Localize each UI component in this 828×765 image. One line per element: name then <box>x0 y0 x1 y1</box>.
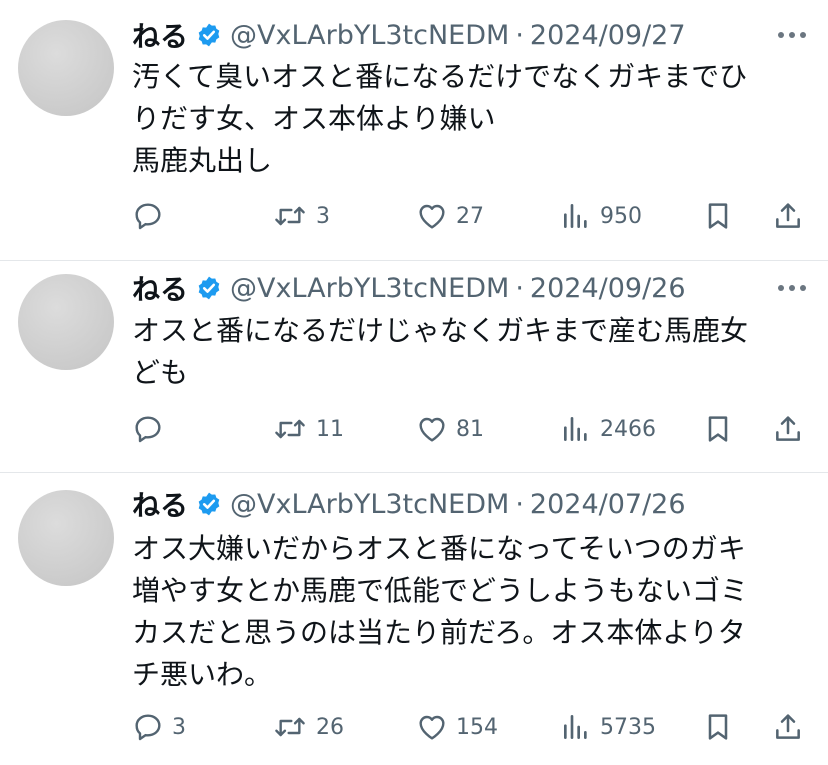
view-count: 5735 <box>600 714 656 740</box>
action-bar: 3 27 950 <box>0 196 828 236</box>
avatar[interactable] <box>18 490 114 586</box>
tweet-feed: ねる @VxLArbYL3tcNEDM · 2024/09/27 汚くて臭いオス… <box>0 0 828 765</box>
views-bars-icon <box>564 715 587 739</box>
separator-dot: · <box>515 272 524 304</box>
tweet-text-line: ども <box>132 356 189 389</box>
retweet-button[interactable]: 11 <box>272 409 344 449</box>
separator-dot: · <box>515 19 524 51</box>
share-upload-icon <box>776 203 800 228</box>
retweet-count: 11 <box>316 416 344 442</box>
tweet[interactable]: ねる @VxLArbYL3tcNEDM · 2024/09/27 汚くて臭いオス… <box>0 0 828 260</box>
display-name[interactable]: ねる <box>132 268 188 308</box>
bookmark-icon <box>708 416 728 442</box>
reply-button[interactable] <box>132 409 172 449</box>
action-bar: 3 26 154 5735 <box>0 707 828 747</box>
retweet-arrows-icon <box>275 717 305 737</box>
display-name[interactable]: ねる <box>132 15 188 55</box>
tweet-text-line: カスだと思うのは当たり前だろ。オス本体よりタ <box>132 616 746 649</box>
post-date[interactable]: 2024/09/26 <box>530 273 686 304</box>
verified-badge-icon <box>198 23 220 47</box>
retweet-arrows-icon <box>275 419 305 439</box>
tweet-text-line: 汚くて臭いオスと番になるだけでなくガキまでひ <box>132 60 748 93</box>
like-count: 81 <box>456 416 484 442</box>
share-upload-icon <box>776 714 800 739</box>
action-bar: 11 81 2466 <box>0 409 828 449</box>
reply-bubble-icon <box>135 714 161 741</box>
like-count: 27 <box>456 203 484 229</box>
bookmark-button[interactable] <box>702 196 734 236</box>
separator-dot: · <box>515 488 524 520</box>
avatar[interactable] <box>18 20 114 116</box>
bookmark-icon <box>708 203 728 229</box>
avatar[interactable] <box>18 274 114 370</box>
retweet-count: 26 <box>316 714 344 740</box>
bookmark-button[interactable] <box>702 409 734 449</box>
user-handle[interactable]: @VxLArbYL3tcNEDM <box>230 489 509 520</box>
reply-count: 3 <box>172 714 186 740</box>
retweet-count: 3 <box>316 203 330 229</box>
like-button[interactable]: 81 <box>416 409 484 449</box>
retweet-arrows-icon <box>275 206 305 226</box>
tweet-header: ねる @VxLArbYL3tcNEDM · 2024/07/26 <box>132 485 686 523</box>
more-dots-icon[interactable] <box>778 31 806 39</box>
tweet-text-line: りだす女、オス本体より嫌い <box>132 102 496 135</box>
tweet-text-line: オスと番になるだけじゃなくガキまで産む馬鹿女 <box>132 314 749 347</box>
tweet-header: ねる @VxLArbYL3tcNEDM · 2024/09/26 <box>132 269 686 307</box>
like-button[interactable]: 27 <box>416 196 484 236</box>
bookmark-button[interactable] <box>702 707 734 747</box>
share-button[interactable] <box>772 707 804 747</box>
views-button[interactable]: 5735 <box>560 707 656 747</box>
heart-icon <box>419 417 445 442</box>
verified-badge-icon <box>198 492 220 516</box>
retweet-button[interactable]: 3 <box>272 196 330 236</box>
tweet-text-line: 馬鹿丸出し <box>132 144 273 177</box>
tweet[interactable]: ねる @VxLArbYL3tcNEDM · 2024/07/26 オス大嫌いだか… <box>0 473 828 765</box>
share-upload-icon <box>776 416 800 441</box>
tweet-text-line: チ悪いわ。 <box>132 658 273 691</box>
like-count: 154 <box>456 714 498 740</box>
share-button[interactable] <box>772 409 804 449</box>
post-date[interactable]: 2024/07/26 <box>530 489 686 520</box>
more-dots-icon[interactable] <box>778 284 806 292</box>
reply-button[interactable]: 3 <box>132 707 186 747</box>
reply-bubble-icon <box>135 416 161 443</box>
tweet-text-line: 増やす女とか馬鹿で低能でどうしようもないゴミ <box>132 574 749 607</box>
post-date[interactable]: 2024/09/27 <box>530 20 686 51</box>
tweet-text-line: オス大嫌いだからオスと番になってそいつのガキ <box>132 532 746 565</box>
share-button[interactable] <box>772 196 804 236</box>
like-button[interactable]: 154 <box>416 707 498 747</box>
view-count: 2466 <box>600 416 656 442</box>
tweet-text: オス大嫌いだからオスと番になってそいつのガキ 増やす女とか馬鹿で低能でどうしよう… <box>132 528 792 696</box>
tweet-header: ねる @VxLArbYL3tcNEDM · 2024/09/27 <box>132 16 686 54</box>
reply-bubble-icon <box>135 203 161 230</box>
views-bars-icon <box>564 204 587 228</box>
reply-button[interactable] <box>132 196 172 236</box>
tweet[interactable]: ねる @VxLArbYL3tcNEDM · 2024/09/26 オスと番になる… <box>0 261 828 472</box>
user-handle[interactable]: @VxLArbYL3tcNEDM <box>230 273 509 304</box>
bookmark-icon <box>708 714 728 740</box>
view-count: 950 <box>600 203 642 229</box>
heart-icon <box>419 715 445 740</box>
views-bars-icon <box>564 417 587 441</box>
views-button[interactable]: 950 <box>560 196 642 236</box>
user-handle[interactable]: @VxLArbYL3tcNEDM <box>230 20 509 51</box>
display-name[interactable]: ねる <box>132 484 188 524</box>
tweet-text: オスと番になるだけじゃなくガキまで産む馬鹿女 ども <box>132 310 792 394</box>
tweet-text: 汚くて臭いオスと番になるだけでなくガキまでひ りだす女、オス本体より嫌い 馬鹿丸… <box>132 56 792 182</box>
heart-icon <box>419 204 445 229</box>
retweet-button[interactable]: 26 <box>272 707 344 747</box>
verified-badge-icon <box>198 276 220 300</box>
views-button[interactable]: 2466 <box>560 409 656 449</box>
